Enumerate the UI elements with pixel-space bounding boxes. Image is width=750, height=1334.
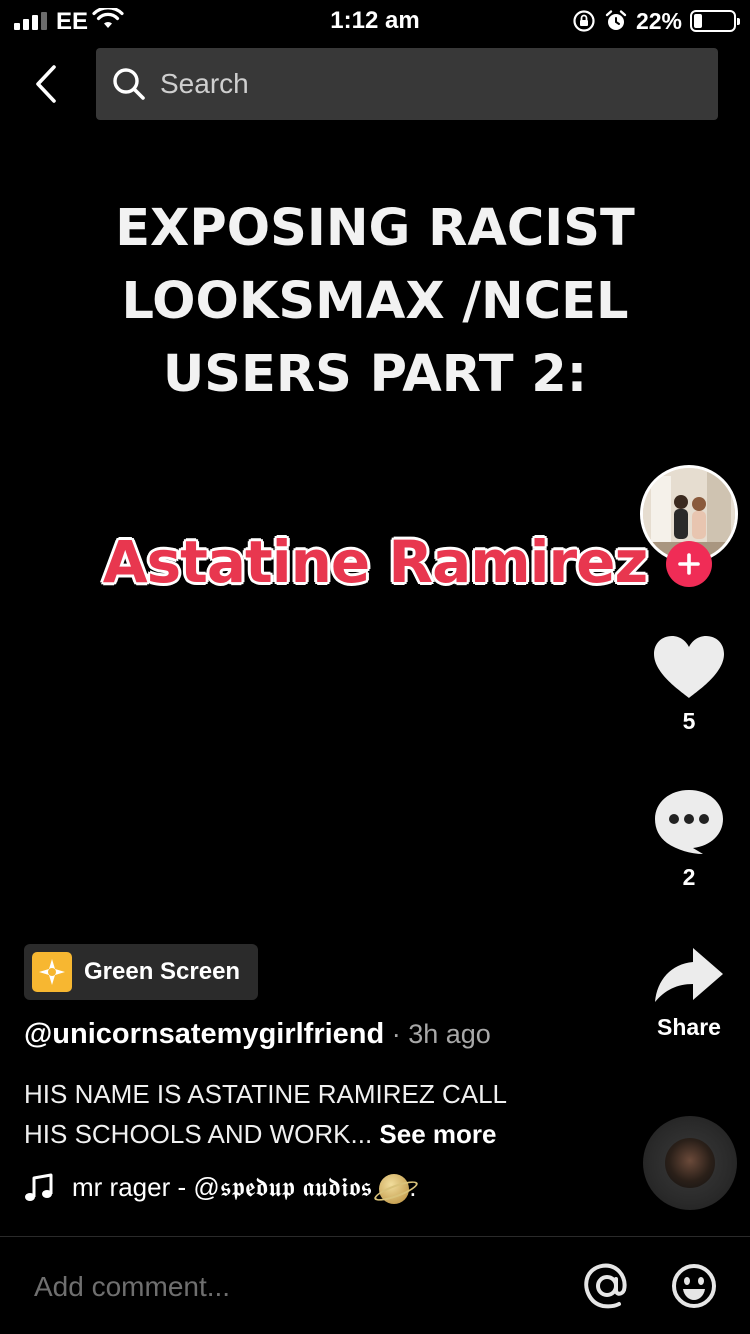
status-bar: EE 1:12 am 22% — [0, 0, 750, 40]
music-disc[interactable] — [643, 1116, 737, 1210]
music-title: mr rager - @𝖘𝖕𝖊𝖉𝖚𝖕 𝖆𝖚𝖉𝖎𝖔𝖘 — [72, 1171, 373, 1202]
search-input[interactable] — [160, 68, 680, 100]
alarm-icon — [605, 10, 627, 30]
effect-chip[interactable]: Green Screen — [24, 944, 259, 1000]
battery-icon — [690, 10, 740, 32]
battery-percent: 22% — [635, 7, 682, 34]
comment-count: 2 — [682, 864, 696, 890]
music-ticker[interactable]: mr rager - @𝖘𝖕𝖊𝖉𝖚𝖕 𝖆𝖚𝖉𝖎𝖔𝖘 . — [24, 1170, 416, 1206]
search-icon — [113, 68, 145, 100]
comment-bar — [0, 1236, 750, 1334]
share-arrow-icon — [655, 948, 723, 1002]
separator-dot: · — [384, 1019, 409, 1049]
music-cover-art — [665, 1138, 715, 1188]
caption-line-1: HIS NAME IS ASTATINE RAMIREZ CALL — [24, 1079, 508, 1109]
see-more-link[interactable]: See more — [379, 1119, 496, 1149]
chevron-left-icon — [36, 65, 56, 103]
heart-icon — [654, 636, 724, 698]
plus-icon — [678, 553, 700, 575]
effect-label: Green Screen — [84, 958, 241, 985]
comment-input[interactable] — [34, 1267, 554, 1307]
username-link[interactable]: @unicornsatemygirlfriend — [24, 1018, 384, 1050]
author-line: @unicornsatemygirlfriend · 3h ago — [24, 1018, 491, 1051]
music-note-icon — [25, 1173, 53, 1201]
orientation-lock-icon — [573, 10, 595, 32]
battery-level — [694, 14, 702, 28]
share-label: Share — [657, 1014, 721, 1040]
mention-icon[interactable] — [584, 1263, 630, 1309]
video-caption: HIS NAME IS ASTATINE RAMIREZ CALL HIS SC… — [24, 1074, 614, 1154]
video-name-sticker: Astatine Ramirez — [102, 528, 649, 596]
video-headline-text: EXPOSING RACIST LOOKSMAX /NCEL USERS PAR… — [115, 199, 635, 404]
like-button[interactable]: 5 — [648, 634, 730, 735]
ringed-planet-emoji-icon — [379, 1174, 410, 1205]
like-count: 5 — [682, 708, 696, 734]
emoji-icon[interactable] — [671, 1263, 717, 1309]
comment-button[interactable]: 2 — [648, 788, 730, 891]
search-bar[interactable] — [96, 48, 718, 120]
back-button[interactable] — [26, 62, 66, 106]
sparkle-icon — [32, 952, 72, 992]
share-button[interactable]: Share — [648, 946, 730, 1041]
post-time: 3h ago — [408, 1019, 491, 1049]
follow-button[interactable] — [666, 541, 712, 587]
caption-line-2: HIS SCHOOLS AND WORK... — [24, 1119, 373, 1149]
comment-bubble-icon — [655, 790, 723, 854]
